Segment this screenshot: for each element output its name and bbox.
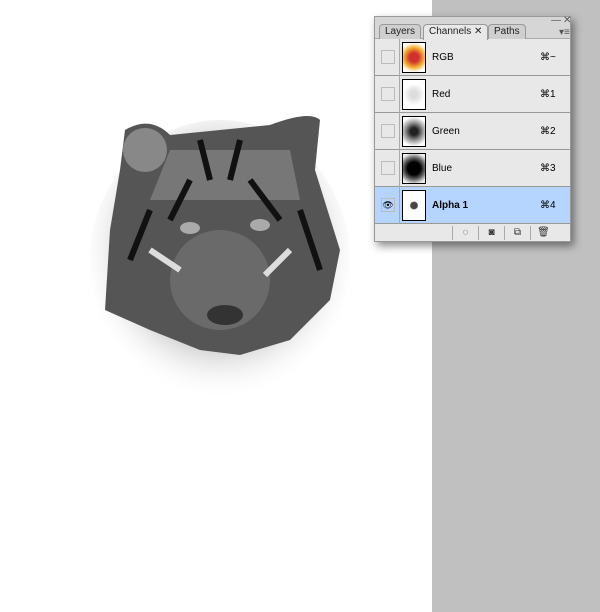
channel-shortcut: ⌘~ <box>540 51 556 63</box>
channel-name: RGB <box>432 51 454 63</box>
channel-name: Blue <box>432 162 453 174</box>
channel-list: RGB ⌘~ Red ⌘1 Green ⌘2 Blue ⌘3 👁 Alpha 1… <box>375 38 570 224</box>
document-canvas[interactable] <box>0 0 432 612</box>
panel-menu-icon[interactable]: ▾≡ <box>559 27 570 38</box>
eye-icon[interactable]: 👁 <box>381 198 395 212</box>
save-selection-icon[interactable]: ◙ <box>478 226 504 240</box>
visibility-toggle[interactable] <box>381 161 395 175</box>
minimize-icon[interactable]: — <box>551 15 561 26</box>
channel-thumbnail <box>402 41 426 73</box>
channel-shortcut: ⌘3 <box>540 162 556 174</box>
load-selection-icon[interactable]: ◌ <box>452 226 478 240</box>
channel-shortcut: ⌘4 <box>540 199 556 211</box>
channel-row-blue[interactable]: Blue ⌘3 <box>375 149 570 187</box>
channels-panel: Layers Channels ✕ Paths — ✕ ▾≡ RGB ⌘~ Re… <box>374 15 571 242</box>
close-tab-icon[interactable]: ✕ <box>474 26 482 37</box>
channel-shortcut: ⌘2 <box>540 125 556 137</box>
tab-channels-label: Channels <box>429 26 472 37</box>
panel-footer: ◌ ◙ ⧉ 🗑 <box>375 224 570 242</box>
channel-shortcut: ⌘1 <box>540 88 556 100</box>
channel-thumbnail <box>402 189 426 221</box>
tab-layers[interactable]: Layers <box>379 24 422 39</box>
channel-row-rgb[interactable]: RGB ⌘~ <box>375 38 570 76</box>
channel-name: Green <box>432 125 460 137</box>
visibility-toggle[interactable] <box>381 87 395 101</box>
visibility-toggle[interactable] <box>381 50 395 64</box>
new-channel-icon[interactable]: ⧉ <box>504 226 530 240</box>
channel-thumbnail <box>402 152 426 184</box>
trash-icon[interactable]: 🗑 <box>530 226 556 240</box>
channel-row-green[interactable]: Green ⌘2 <box>375 112 570 150</box>
tiger-image <box>90 116 350 400</box>
visibility-toggle[interactable] <box>381 124 395 138</box>
channel-name: Alpha 1 <box>432 199 469 211</box>
tab-paths[interactable]: Paths <box>488 24 526 39</box>
close-panel-icon[interactable]: ✕ <box>563 15 571 26</box>
tab-channels[interactable]: Channels ✕ <box>423 24 489 40</box>
channel-thumbnail <box>402 115 426 147</box>
channel-thumbnail <box>402 78 426 110</box>
channel-name: Red <box>432 88 451 100</box>
channel-row-red[interactable]: Red ⌘1 <box>375 75 570 113</box>
panel-tabs: Layers Channels ✕ Paths — ✕ ▾≡ <box>375 15 571 40</box>
channel-row-alpha-1[interactable]: 👁 Alpha 1 ⌘4 <box>375 186 570 224</box>
